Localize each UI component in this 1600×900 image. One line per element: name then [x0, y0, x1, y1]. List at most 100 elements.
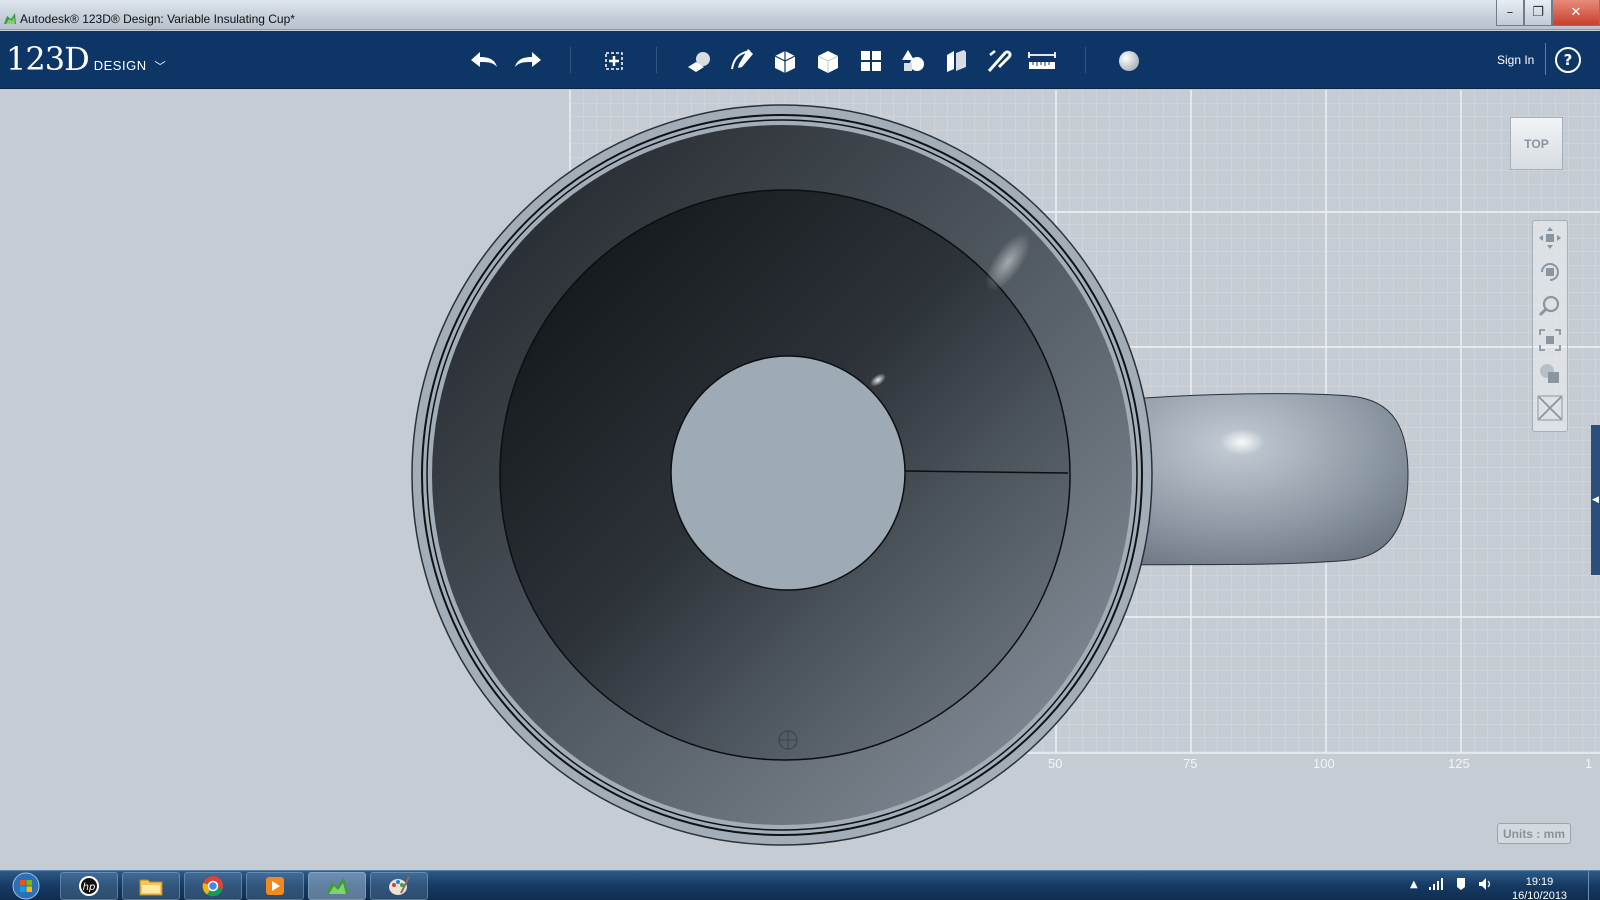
- view-cube-label: TOP: [1524, 136, 1549, 151]
- modify-button[interactable]: [812, 45, 844, 77]
- undo-button[interactable]: [468, 45, 500, 77]
- 123d-design-icon: [326, 877, 348, 894]
- taskbar-app-chrome[interactable]: [184, 872, 242, 900]
- handle-highlight: [1220, 429, 1264, 455]
- toolbar-separator: [570, 47, 571, 73]
- window-title: Autodesk® 123D® Design: Variable Insulat…: [20, 12, 295, 26]
- volume-icon[interactable]: [1478, 877, 1494, 891]
- main-toolbar: 123D DESIGN ﹀ Sign In ?: [0, 31, 1600, 89]
- axis-tick-label: 75: [1183, 756, 1197, 771]
- material-button[interactable]: [1113, 45, 1145, 77]
- sign-in-link[interactable]: Sign In: [1497, 53, 1534, 67]
- orbit-icon: [1541, 263, 1559, 281]
- taskbar-app-hp[interactable]: hp: [60, 872, 118, 900]
- windows-logo-icon: [12, 872, 40, 900]
- side-panel-toggle[interactable]: ◀: [1591, 425, 1600, 575]
- transform-icon: [605, 52, 623, 70]
- pattern-button[interactable]: [855, 45, 887, 77]
- taskbar-app-media-player[interactable]: [246, 872, 304, 900]
- fit-icon: [1539, 329, 1561, 351]
- help-icon: ?: [1563, 51, 1573, 69]
- redo-button[interactable]: [512, 45, 544, 77]
- window-titlebar: Autodesk® 123D® Design: Variable Insulat…: [0, 0, 1600, 30]
- combine-icon: [947, 50, 966, 72]
- window-controls: – ❐ ✕: [1496, 0, 1600, 26]
- toolbar-separator: [656, 47, 657, 73]
- material-icon: [1119, 51, 1139, 71]
- view-cube[interactable]: TOP: [1510, 117, 1563, 170]
- logo-sub: DESIGN: [93, 58, 147, 73]
- measure-icon: [1028, 52, 1056, 69]
- axis-tick-label: 100: [1313, 756, 1335, 771]
- minimize-button[interactable]: –: [1496, 0, 1524, 26]
- primitives-icon: [688, 52, 710, 72]
- logo-main: 123D: [6, 40, 90, 78]
- toolbar-separator: [1085, 47, 1086, 73]
- help-button[interactable]: ?: [1555, 47, 1581, 73]
- axis-tick-label: 1: [1585, 756, 1592, 771]
- construct-icon: [774, 51, 796, 73]
- transform-button[interactable]: [598, 45, 630, 77]
- chrome-icon: [202, 876, 223, 897]
- combine-button[interactable]: [940, 45, 972, 77]
- taskbar-clock[interactable]: 19:19 16/10/2013: [1512, 875, 1567, 900]
- network-icon[interactable]: [1428, 877, 1444, 891]
- sketch-icon: [731, 49, 753, 70]
- snap-icon: [987, 50, 1012, 72]
- close-icon: ✕: [1570, 5, 1582, 20]
- tray-expand-icon[interactable]: ▲: [1410, 879, 1418, 890]
- view-mode-icon: [1540, 364, 1559, 383]
- start-button[interactable]: [6, 872, 46, 900]
- pan-icon: [1539, 227, 1561, 249]
- redo-icon: [515, 52, 541, 67]
- snap-button[interactable]: [983, 45, 1015, 77]
- units-label: Units : mm: [1502, 826, 1565, 841]
- measure-button[interactable]: [1026, 45, 1058, 77]
- cup-handle[interactable]: [1119, 393, 1409, 566]
- 3d-viewport[interactable]: 50 75 100 125 1 TOP ◀ Units: mm: [0, 90, 1600, 870]
- modify-icon: [817, 51, 839, 73]
- cup-base[interactable]: [670, 355, 906, 591]
- toolbar-separator: [1545, 43, 1546, 75]
- units-badge[interactable]: Units : mm: [1497, 823, 1571, 844]
- orbit-button[interactable]: [1533, 255, 1567, 289]
- scene-canvas: 50 75 100 125 1: [411, 90, 1600, 846]
- grouping-icon: [902, 50, 924, 71]
- minimize-icon: –: [1506, 5, 1514, 20]
- view-mode-button[interactable]: [1533, 357, 1567, 391]
- clock-date: 16/10/2013: [1512, 890, 1568, 900]
- undo-icon: [471, 52, 497, 67]
- axis-tick-label: 125: [1448, 756, 1470, 771]
- windows-taskbar: hp ▲ 19:19 16/10/2013: [0, 870, 1600, 900]
- pan-button[interactable]: [1533, 221, 1567, 255]
- paint-icon: [389, 876, 410, 895]
- restore-icon: ❐: [1532, 5, 1544, 20]
- chevron-down-icon: ﹀: [154, 60, 166, 73]
- navigation-bar: [1532, 220, 1568, 432]
- taskbar-app-123d-design[interactable]: [308, 872, 366, 900]
- sketch-button[interactable]: [726, 45, 758, 77]
- zoom-button[interactable]: [1533, 289, 1567, 323]
- folder-icon: [139, 879, 163, 896]
- chevron-left-icon: ◀: [1592, 495, 1599, 505]
- material-toggle-icon: [1537, 395, 1563, 421]
- taskbar-app-explorer[interactable]: [122, 872, 180, 900]
- fit-button[interactable]: [1533, 323, 1567, 357]
- material-toggle-button[interactable]: [1533, 391, 1567, 425]
- hp-logo-icon: hp: [79, 876, 99, 896]
- close-button[interactable]: ✕: [1552, 0, 1600, 26]
- media-player-icon: [266, 877, 284, 895]
- show-desktop-button[interactable]: [1588, 871, 1600, 900]
- app-menu-button[interactable]: 123D DESIGN ﹀: [6, 40, 166, 78]
- action-center-icon[interactable]: [1454, 877, 1468, 891]
- pattern-icon: [861, 51, 881, 71]
- construct-button[interactable]: [769, 45, 801, 77]
- primitives-button[interactable]: [683, 45, 715, 77]
- axis-tick-label: 50: [1048, 756, 1062, 771]
- grouping-button[interactable]: [897, 45, 929, 77]
- zoom-icon: [1538, 295, 1560, 317]
- restore-button[interactable]: ❐: [1524, 0, 1552, 26]
- svg-text:hp: hp: [83, 882, 96, 893]
- app-logo-icon: [4, 13, 16, 24]
- taskbar-app-paint[interactable]: [370, 872, 428, 900]
